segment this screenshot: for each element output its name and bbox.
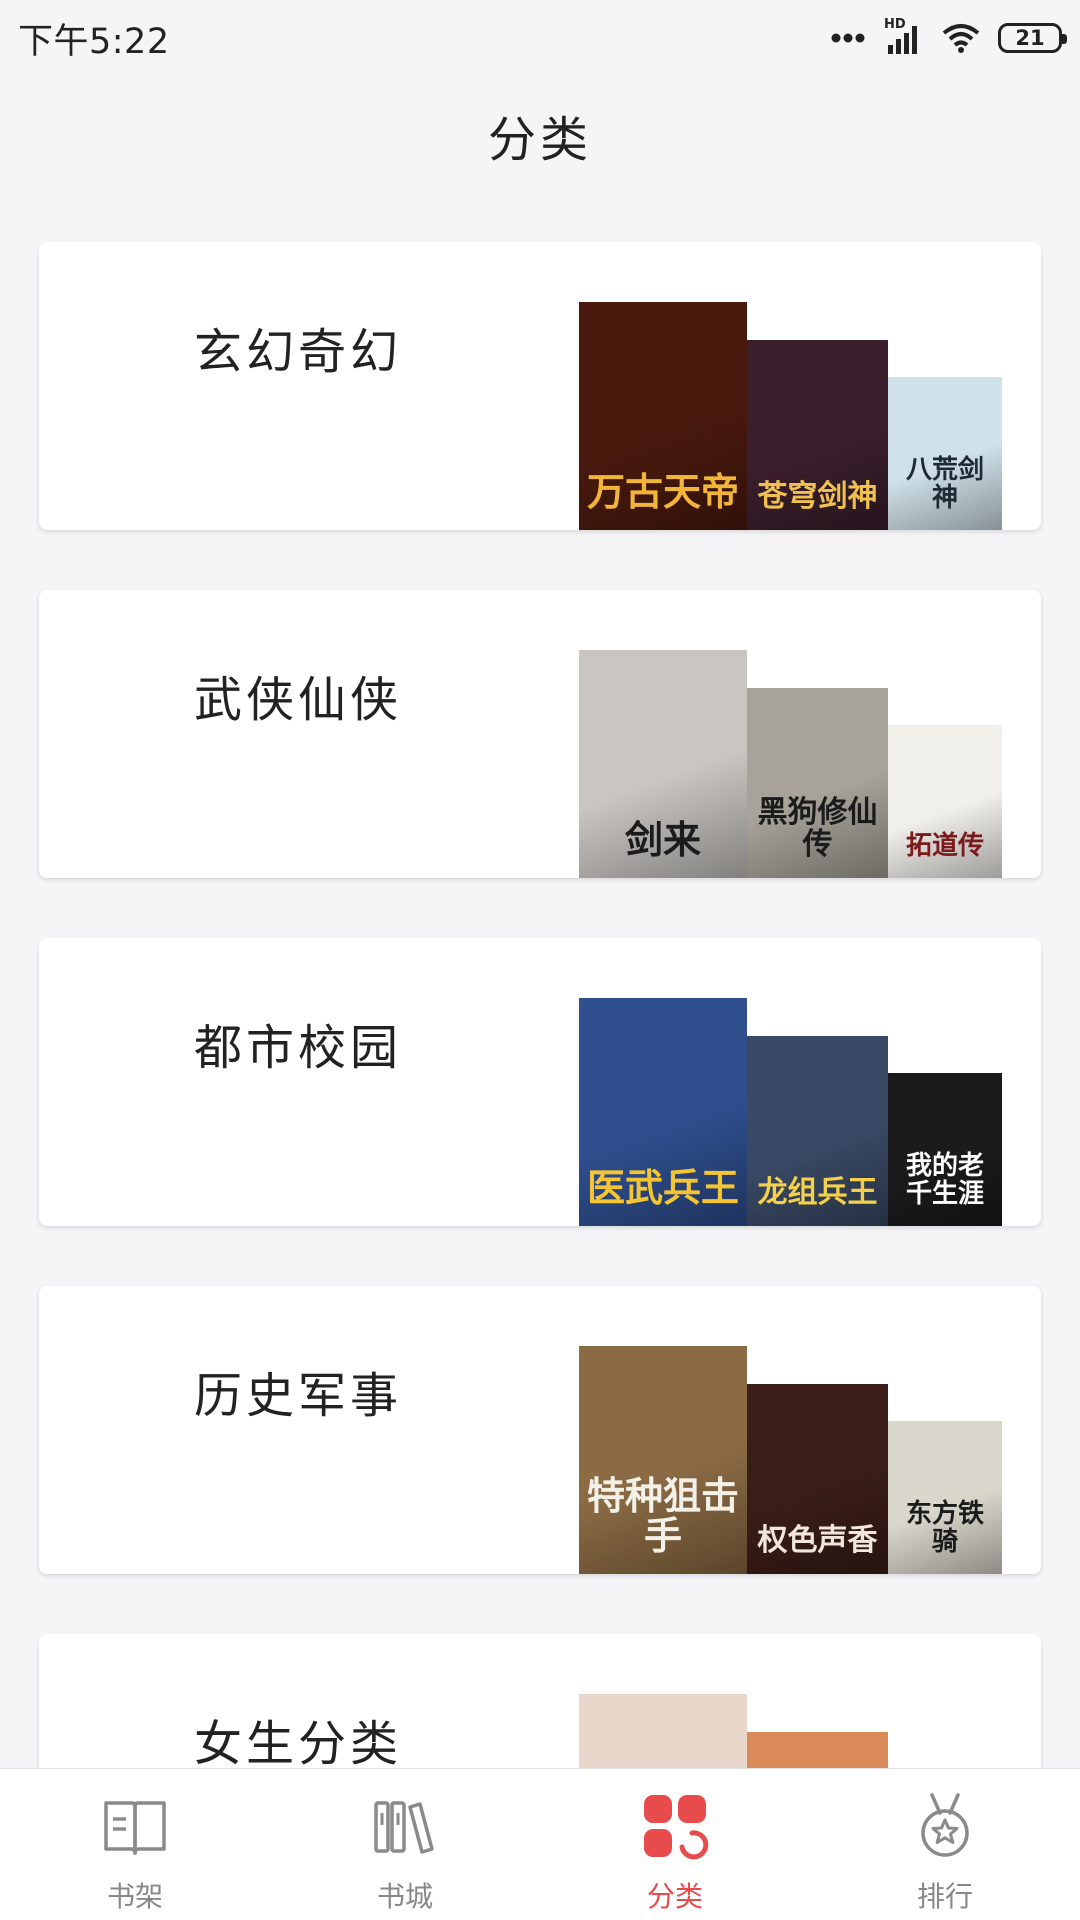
category-list[interactable]: 玄幻奇幻 万古天帝 苍穹剑神 八荒剑神 武侠仙侠 剑来 黑狗修仙传 拓道传 都市…: [0, 242, 1080, 1768]
status-time: 下午5:22: [18, 21, 170, 62]
category-name: 女生分类: [194, 1716, 403, 1768]
category-card-nvsheng[interactable]: 女生分类: [39, 1634, 1041, 1768]
battery-level: 21: [1015, 26, 1045, 50]
book-cover[interactable]: [579, 1694, 747, 1768]
bookshelf-icon: [374, 1801, 434, 1854]
book-cover-title: 我的老千生涯: [905, 1151, 984, 1209]
page-title: 分类: [487, 112, 592, 168]
bottom-nav: 书架 书城 分类 排行: [0, 1768, 1080, 1920]
book-open-icon: [104, 1801, 166, 1855]
book-cover-title: 特种狙击手: [586, 1473, 739, 1559]
medal-icon: [921, 1793, 969, 1857]
book-cover[interactable]: [747, 1732, 888, 1768]
book-cover[interactable]: 八荒剑神: [888, 377, 1002, 530]
nav-label: 书城: [376, 1880, 433, 1913]
book-cover-title: 八荒剑神: [905, 455, 984, 513]
category-name: 历史军事: [194, 1368, 403, 1424]
signal-icon: [888, 26, 917, 54]
book-cover[interactable]: 我的老千生涯: [888, 1073, 1002, 1226]
book-cover-title: 剑来: [624, 817, 701, 863]
category-card-wuxia[interactable]: 武侠仙侠 剑来 黑狗修仙传 拓道传: [39, 590, 1041, 878]
book-cover[interactable]: 黑狗修仙传: [747, 688, 888, 878]
book-cover[interactable]: 万古天帝: [579, 302, 747, 530]
book-cover[interactable]: 剑来: [579, 650, 747, 878]
book-cover-title: 苍穹剑神: [757, 478, 878, 514]
category-name: 玄幻奇幻: [194, 324, 403, 380]
book-cover-title: 黑狗修仙传: [757, 795, 878, 862]
book-cover-title: 拓道传: [905, 830, 984, 861]
battery-indicator: 21: [998, 23, 1067, 53]
book-cover-title: 医武兵王: [586, 1165, 739, 1211]
signal-indicator: HD: [884, 17, 924, 55]
nav-item-category[interactable]: 分类: [540, 1769, 810, 1920]
category-name: 武侠仙侠: [194, 672, 403, 728]
book-cover[interactable]: 医武兵王: [579, 998, 747, 1226]
book-cover[interactable]: 东方铁骑: [888, 1421, 1002, 1574]
nav-item-ranking[interactable]: 排行: [810, 1769, 1080, 1920]
book-cover[interactable]: 权色声香: [747, 1384, 888, 1574]
category-card-lishi[interactable]: 历史军事 特种狙击手 权色声香 东方铁骑: [39, 1286, 1041, 1574]
nav-label: 书架: [106, 1880, 163, 1913]
status-icons: HD 21: [830, 17, 1067, 55]
book-cover-title: 东方铁骑: [905, 1499, 984, 1557]
book-cover[interactable]: 拓道传: [888, 725, 1002, 878]
book-cover-title: 万古天帝: [586, 469, 739, 515]
book-cover[interactable]: 苍穹剑神: [747, 340, 888, 530]
more-dots-icon: [831, 33, 865, 43]
book-cover-title: 龙组兵王: [757, 1174, 878, 1210]
nav-item-bookshelf[interactable]: 书架: [0, 1769, 270, 1920]
book-cover-title: 权色声香: [757, 1522, 878, 1558]
nav-label: 排行: [916, 1880, 973, 1913]
category-card-dushi[interactable]: 都市校园 医武兵王 龙组兵王 我的老千生涯: [39, 938, 1041, 1226]
category-name: 都市校园: [194, 1020, 403, 1076]
status-bar: 下午5:22 HD 21: [0, 0, 1080, 76]
nav-item-bookstore[interactable]: 书城: [270, 1769, 540, 1920]
nav-label: 分类: [646, 1880, 703, 1913]
book-cover[interactable]: 特种狙击手: [579, 1346, 747, 1574]
category-card-xuanhuan[interactable]: 玄幻奇幻 万古天帝 苍穹剑神 八荒剑神: [39, 242, 1041, 530]
book-cover[interactable]: 龙组兵王: [747, 1036, 888, 1226]
category-grid-icon: [644, 1795, 709, 1860]
wifi-icon: [942, 24, 980, 53]
